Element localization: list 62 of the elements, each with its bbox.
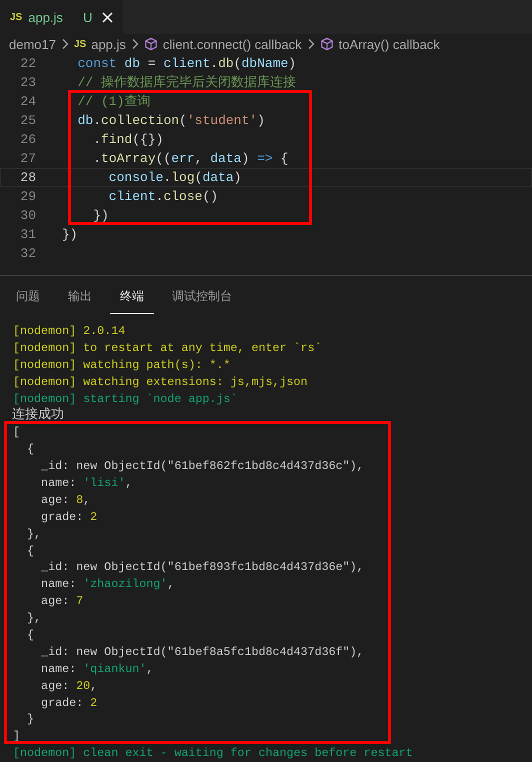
terminal-line: [nodemon] 2.0.14 [13, 324, 126, 338]
chevron-icon [130, 38, 139, 50]
terminal-line: grade: 2 [40, 510, 98, 524]
breadcrumb-item[interactable]: app.js [91, 36, 126, 52]
line-number: 31 [19, 226, 36, 244]
breadcrumb-item[interactable]: demo17 [9, 36, 56, 52]
terminal-line: _id: new ObjectId("61bef862fc1bd8c4d437d36c"), [40, 459, 364, 474]
js-file-icon: JS [74, 38, 86, 50]
code-line: }) [62, 226, 78, 244]
breadcrumb-item[interactable]: toArray() callback [338, 36, 440, 52]
terminal-line: _id: new ObjectId("61bef893fc1bd8c4d437d36e"), [40, 560, 364, 574]
terminal-line: _id: new ObjectId("61bef8a5fc1bd8c4d437d36f"), [40, 644, 364, 659]
line-number: 30 [19, 207, 36, 225]
code-line: }) [92, 207, 109, 225]
line-number: 29 [19, 188, 36, 206]
chevron-icon [60, 38, 69, 50]
terminal-line: [nodemon] watching extensions: js,mjs,json [13, 374, 308, 389]
terminal-line: age: 20, [40, 678, 98, 693]
terminal-line: name: 'zhaozilong', [40, 577, 174, 592]
line-number: 22 [19, 55, 36, 73]
code-line: console.log(data) [108, 169, 242, 187]
panel-tab[interactable]: 终端 [110, 278, 154, 314]
terminal-line: { [26, 628, 34, 642]
terminal-line: }, [26, 611, 42, 626]
line-number: 27 [19, 150, 36, 168]
cube-icon [144, 37, 158, 51]
code-line: // 操作数据库完毕后关闭数据库连接 [76, 74, 296, 92]
line-number: 25 [19, 112, 36, 130]
terminal-line: [nodemon] watching path(s): *.* [13, 358, 230, 372]
terminal-line: } [26, 712, 34, 726]
terminal-line: age: 8, [40, 492, 90, 507]
terminal-line: }, [26, 526, 42, 541]
code-line: // (1)查询 [76, 93, 150, 111]
panel-tab[interactable]: 调试控制台 [162, 278, 242, 314]
terminal-line: name: 'qiankun', [40, 662, 154, 676]
terminal-line: [nodemon] clean exit - waiting for changes before restart [13, 746, 413, 760]
line-number: 24 [19, 93, 36, 111]
terminal-line: [nodemon] starting `node app.js` [13, 392, 238, 406]
editor-tab[interactable]: JS app.js U [0, 0, 124, 34]
panel-tab[interactable]: 输出 [58, 278, 102, 314]
cube-icon [320, 37, 334, 51]
terminal-line: age: 7 [40, 594, 84, 608]
breadcrumb-item[interactable]: client.connect() callback [162, 36, 302, 52]
panel-tab[interactable]: 问题 [6, 278, 50, 314]
chevron-icon [306, 38, 315, 50]
code-line: client.close() [108, 188, 218, 206]
code-line: db.collection('student') [76, 112, 265, 130]
terminal-line: [nodemon] to restart at any time, enter `rs` [13, 340, 322, 355]
terminal-line: { [26, 544, 34, 558]
terminal-line: { [26, 442, 34, 456]
terminal-line: grade: 2 [40, 696, 98, 710]
line-number: 32 [19, 245, 36, 263]
line-number: 28 [19, 169, 36, 187]
code-line: const db = client.db(dbName) [76, 55, 296, 73]
terminal-line: 连接成功 [12, 407, 64, 422]
terminal-line: [ [13, 425, 20, 440]
line-number: 26 [19, 131, 36, 149]
terminal-line: name: 'lisi', [40, 476, 132, 490]
code-line: .find({}) [92, 131, 164, 149]
code-line: .toArray((err, data) => { [92, 150, 288, 168]
close-icon[interactable] [102, 12, 114, 22]
line-number: 23 [19, 74, 36, 92]
